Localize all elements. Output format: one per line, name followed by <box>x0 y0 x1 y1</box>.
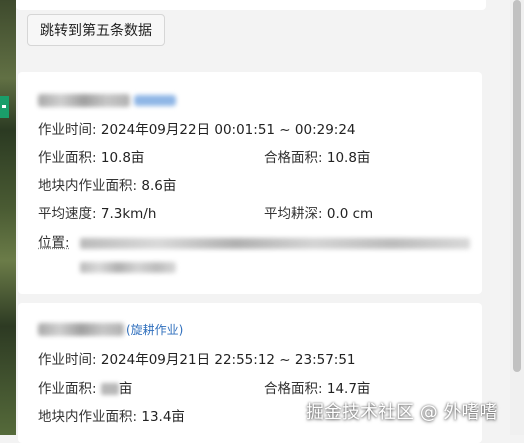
plot-area-row: 地块内作业面积: 8.6亩 <box>38 177 176 195</box>
watermark: 掘金技术社区 @ 外嗜嗜 <box>306 402 498 423</box>
jump-to-fifth-record-button[interactable]: 跳转到第五条数据 <box>27 14 165 46</box>
device-id-redacted <box>38 323 124 336</box>
qualified-area-row: 合格面积: 10.8亩 <box>264 149 370 167</box>
work-time-value: 2024年09月21日 22:55:12 ~ 23:57:51 <box>100 352 356 368</box>
plot-area-value: 13.4亩 <box>141 409 185 425</box>
qualified-area-label: 合格面积: <box>264 381 323 397</box>
work-area-unit: 亩 <box>118 381 133 397</box>
work-type-tag-redacted <box>134 95 176 106</box>
location-row: 位置: <box>38 234 70 252</box>
work-area-label: 作业面积: <box>38 150 97 166</box>
qualified-area-row: 合格面积: 14.7亩 <box>264 380 370 398</box>
previous-card-edge <box>16 0 486 10</box>
work-area-value-redacted <box>100 383 119 395</box>
work-time-label: 作业时间: <box>38 352 97 368</box>
work-area-row: 作业面积: 10.8亩 <box>38 149 144 167</box>
record-card[interactable]: 作业时间: 2024年09月22日 00:01:51 ~ 00:29:24 作业… <box>18 72 482 294</box>
average-speed-value: 7.3km/h <box>100 206 157 222</box>
work-area-value: 10.8亩 <box>100 150 145 166</box>
plot-area-value: 8.6亩 <box>141 178 177 194</box>
plot-area-label: 地块内作业面积: <box>38 178 138 194</box>
record-title <box>38 94 176 107</box>
record-title: (旋耕作业) <box>38 321 183 338</box>
qualified-area-value: 10.8亩 <box>326 150 371 166</box>
work-time-row: 作业时间: 2024年09月22日 00:01:51 ~ 00:29:24 <box>38 121 356 139</box>
location-address-redacted <box>80 238 470 249</box>
average-depth-row: 平均耕深: 0.0 cm <box>264 205 373 223</box>
plot-area-label: 地块内作业面积: <box>38 409 138 425</box>
average-depth-label: 平均耕深: <box>264 206 323 222</box>
qualified-area-value: 14.7亩 <box>326 381 371 397</box>
work-time-value: 2024年09月22日 00:01:51 ~ 00:29:24 <box>100 122 356 138</box>
device-id-redacted <box>38 94 130 107</box>
average-depth-value: 0.0 cm <box>326 206 374 222</box>
qualified-area-label: 合格面积: <box>264 150 323 166</box>
map-marker-icon <box>0 96 9 118</box>
work-time-row: 作业时间: 2024年09月21日 22:55:12 ~ 23:57:51 <box>38 351 356 369</box>
average-speed-row: 平均速度: 7.3km/h <box>38 205 156 223</box>
work-type-tag: (旋耕作业) <box>126 323 184 337</box>
average-speed-label: 平均速度: <box>38 206 97 222</box>
scrollbar-thumb[interactable] <box>513 0 521 372</box>
work-time-label: 作业时间: <box>38 122 97 138</box>
plot-area-row: 地块内作业面积: 13.4亩 <box>38 408 185 426</box>
location-label[interactable]: 位置: <box>38 235 70 251</box>
background-image-edge <box>0 0 16 435</box>
work-area-row: 作业面积: 亩 <box>38 380 132 398</box>
location-address-redacted-line2 <box>80 262 176 273</box>
work-area-label: 作业面积: <box>38 381 97 397</box>
scrollbar[interactable] <box>510 0 524 435</box>
